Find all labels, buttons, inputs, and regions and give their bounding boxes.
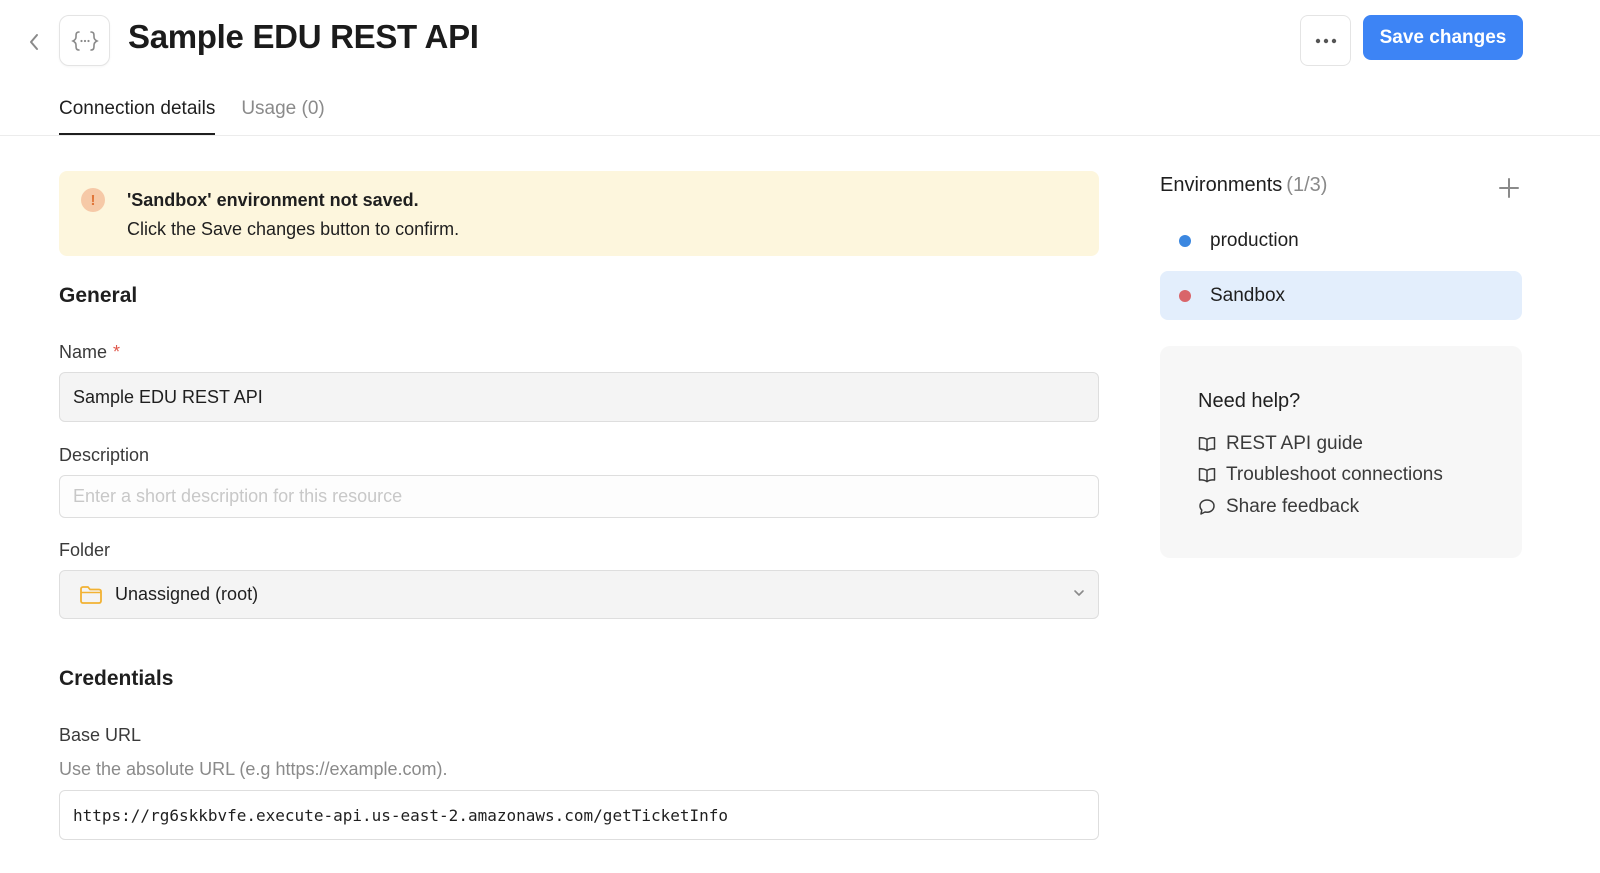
base-url-help-text: Use the absolute URL (e.g https://exampl… bbox=[59, 759, 448, 779]
help-link-label: Troubleshoot connections bbox=[1226, 464, 1443, 485]
back-button[interactable] bbox=[20, 28, 48, 56]
folder-label: Folder bbox=[59, 540, 111, 560]
help-title: Need help? bbox=[1198, 390, 1301, 412]
environment-name: production bbox=[1210, 229, 1299, 251]
help-link-label: Share feedback bbox=[1226, 496, 1360, 517]
more-options-button[interactable] bbox=[1300, 15, 1351, 66]
tab-usage-label: Usage bbox=[241, 98, 297, 119]
tab-connection-details[interactable]: Connection details bbox=[59, 96, 216, 135]
unsaved-environment-alert: ! 'Sandbox' environment not saved. Click… bbox=[59, 171, 1099, 256]
environment-name: Sandbox bbox=[1210, 284, 1286, 306]
book-open-icon bbox=[1198, 436, 1216, 452]
environment-color-dot bbox=[1179, 234, 1191, 247]
chevron-down-icon bbox=[1074, 590, 1084, 596]
chat-bubble-icon bbox=[1199, 499, 1215, 515]
name-label: Name * bbox=[59, 342, 120, 363]
more-horizontal-icon bbox=[1315, 38, 1336, 43]
alert-body: Click the Save changes button to confirm… bbox=[127, 219, 460, 239]
warning-icon: ! bbox=[81, 188, 105, 212]
general-section-title: General bbox=[59, 284, 138, 307]
chevron-left-icon bbox=[30, 34, 38, 50]
page-header: Sample EDU REST API Save changes Connect… bbox=[0, 0, 1600, 136]
add-environment-button[interactable] bbox=[1496, 175, 1522, 201]
base-url-label: Base URL bbox=[59, 725, 142, 745]
rest-api-resource-icon bbox=[59, 15, 110, 66]
required-asterisk: * bbox=[113, 342, 121, 362]
help-link-rest-api-guide[interactable]: REST API guide bbox=[1198, 433, 1363, 455]
description-input[interactable] bbox=[59, 475, 1099, 518]
book-open-icon bbox=[1198, 467, 1216, 483]
help-link-label: REST API guide bbox=[1226, 433, 1363, 454]
name-input[interactable] bbox=[59, 372, 1099, 422]
alert-title: 'Sandbox' environment not saved. bbox=[127, 190, 419, 210]
folder-icon bbox=[79, 585, 103, 605]
folder-select[interactable]: Unassigned (root) bbox=[59, 570, 1099, 619]
tab-bar: Connection details Usage (0) bbox=[59, 96, 325, 136]
api-braces-icon bbox=[70, 30, 99, 51]
environment-item-sandbox[interactable]: Sandbox bbox=[1160, 271, 1522, 320]
description-label: Description bbox=[59, 445, 150, 465]
plus-icon bbox=[1499, 178, 1519, 198]
environments-header: Environments (1/3) bbox=[1160, 174, 1327, 197]
environments-title: Environments bbox=[1160, 174, 1283, 196]
help-link-troubleshoot-connections[interactable]: Troubleshoot connections bbox=[1198, 464, 1443, 486]
help-card: Need help? REST API guide Troubleshoot c… bbox=[1160, 346, 1522, 558]
credentials-section-title: Credentials bbox=[59, 667, 174, 690]
save-changes-button[interactable]: Save changes bbox=[1363, 15, 1523, 60]
environment-item-production[interactable]: production bbox=[1160, 216, 1522, 265]
name-label-text: Name bbox=[59, 342, 108, 362]
environment-color-dot bbox=[1179, 289, 1191, 302]
tab-usage-count: (0) bbox=[301, 98, 325, 119]
help-link-share-feedback[interactable]: Share feedback bbox=[1198, 496, 1359, 518]
tab-usage[interactable]: Usage (0) bbox=[241, 96, 324, 135]
environments-count: (1/3) bbox=[1286, 174, 1328, 196]
folder-select-value: Unassigned (root) bbox=[115, 584, 259, 604]
base-url-input[interactable] bbox=[59, 790, 1099, 840]
page-title: Sample EDU REST API bbox=[128, 18, 479, 55]
